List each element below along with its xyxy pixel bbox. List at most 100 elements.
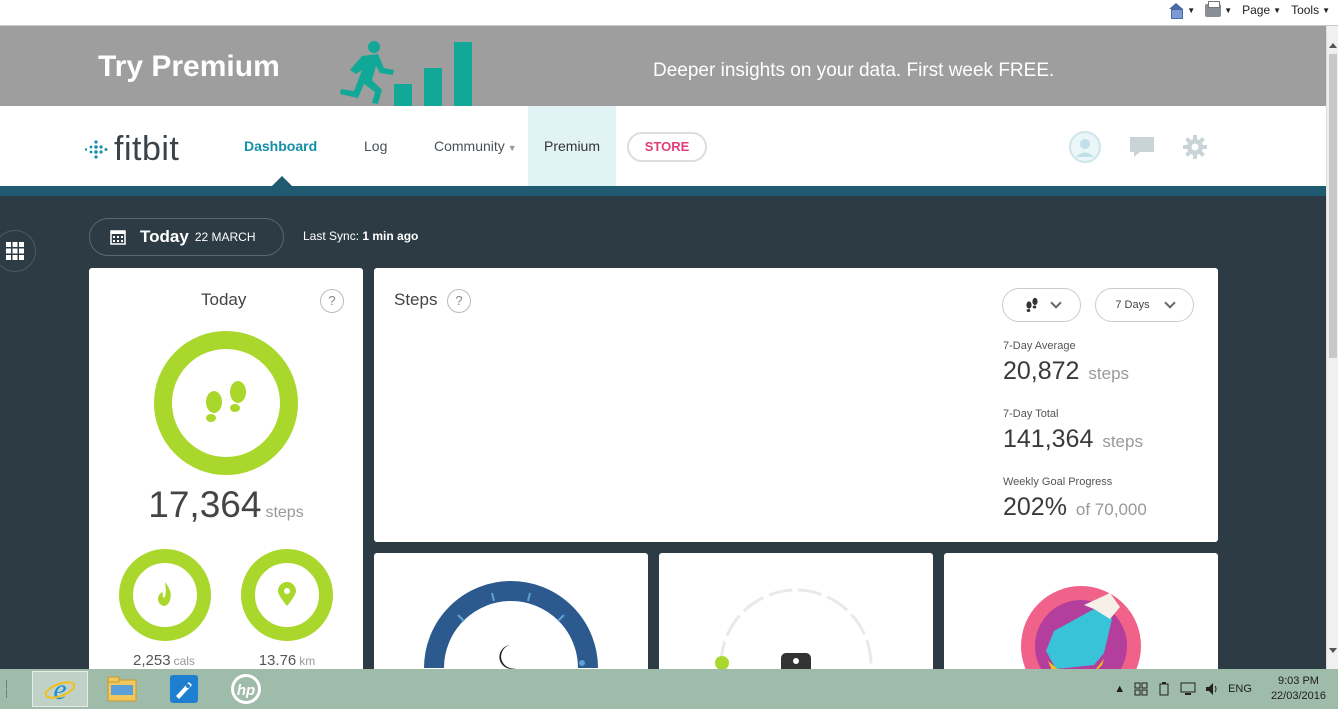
page-menu[interactable]: Page ▼ <box>1242 3 1281 17</box>
scroll-down-icon[interactable] <box>1329 648 1337 653</box>
date-picker[interactable]: Today 22 MARCH <box>89 218 284 256</box>
start-button[interactable] <box>0 671 26 707</box>
avatar[interactable] <box>1068 130 1102 164</box>
date-value: 22 MARCH <box>194 230 256 244</box>
sync-value: 1 min ago <box>362 229 419 243</box>
gear-icon[interactable] <box>1182 134 1208 160</box>
banner-title: Try Premium <box>98 50 280 83</box>
goal-value-line: 202% of 70,000 <box>1003 493 1147 522</box>
steps-value: 17,364 <box>148 484 262 525</box>
today-card-title: Today <box>201 290 247 309</box>
nav-community[interactable]: Community ▼ <box>434 106 517 186</box>
total-unit: steps <box>1102 432 1143 451</box>
last-sync: Last Sync: 1 min ago <box>303 229 418 243</box>
calories-value: 2,253 <box>133 652 171 669</box>
nav-community-label: Community <box>434 138 505 154</box>
range-select[interactable]: 7 Days <box>1095 288 1194 322</box>
battery-icon[interactable] <box>1157 682 1171 696</box>
sleep-gauge <box>424 581 598 669</box>
windows-taskbar: e hp ▲ ENG 9:03 PM 22/03/2016 <box>0 669 1338 709</box>
average-value: 20,872 <box>1003 357 1080 385</box>
nav-underline <box>0 186 1326 196</box>
action-center-icon[interactable] <box>1134 682 1148 696</box>
active-nav-pointer <box>272 176 292 186</box>
calories-unit: cals <box>173 654 195 668</box>
total-label: 7-Day Total <box>1003 408 1059 420</box>
distance-stat: 13.76 km <box>232 652 342 669</box>
tools-menu[interactable]: Tools ▼ <box>1291 3 1330 17</box>
nav-dashboard[interactable]: Dashboard <box>244 106 317 186</box>
internet-explorer-icon: e <box>44 673 76 705</box>
svg-text:e: e <box>53 673 66 705</box>
scroll-up-icon[interactable] <box>1329 43 1337 48</box>
caret-down-icon: ▼ <box>507 143 517 153</box>
goal-value: 202% <box>1003 493 1067 521</box>
store-button[interactable]: STORE <box>627 132 707 162</box>
messages-icon[interactable] <box>1128 135 1156 159</box>
premium-banner[interactable]: Try Premium Deeper insights on your data… <box>0 26 1326 106</box>
heart-rate-card[interactable] <box>659 553 933 669</box>
nav-log[interactable]: Log <box>364 106 387 186</box>
chevron-down-icon: ▼ <box>1273 5 1282 15</box>
fitbit-logo[interactable]: fitbit <box>84 130 179 169</box>
average-label: 7-Day Average <box>1003 340 1076 352</box>
goal-stat: Weekly Goal Progress 202% of 70,000 <box>1003 476 1147 522</box>
taskbar-app-rocket[interactable] <box>156 671 212 707</box>
steps-ring <box>154 331 298 475</box>
hp-logo-icon: hp <box>231 674 261 704</box>
vertical-scrollbar[interactable] <box>1326 26 1338 669</box>
tray-expand-icon[interactable]: ▲ <box>1114 683 1125 695</box>
chevron-down-icon: ▼ <box>1187 5 1196 15</box>
grid-icon <box>6 242 24 260</box>
goal-label: Weekly Goal Progress <box>1003 476 1113 488</box>
volume-icon[interactable] <box>1205 682 1219 696</box>
steps-total: 17,364 steps <box>89 484 363 526</box>
banner-tagline: Deeper insights on your data. First week… <box>653 60 1055 81</box>
moon-icon <box>499 645 516 669</box>
taskbar-hp[interactable]: hp <box>218 671 274 707</box>
folder-icon <box>107 676 137 702</box>
calories-ring <box>119 549 211 641</box>
main-nav: fitbit Dashboard Log Community ▼ Premium … <box>0 106 1326 196</box>
home-button[interactable]: ▼ <box>1168 3 1196 19</box>
sleep-card[interactable] <box>374 553 648 669</box>
badges-card[interactable] <box>944 553 1218 669</box>
distance-ring <box>241 549 333 641</box>
today-card[interactable]: Today ? 17,364 steps 2,253 cals 13.76 km <box>89 268 363 669</box>
language-indicator[interactable]: ENG <box>1228 683 1252 695</box>
chevron-down-icon <box>1163 297 1176 309</box>
browser-command-bar: ▼ ▼ Page ▼ Tools ▼ <box>0 0 1338 26</box>
scroll-thumb[interactable] <box>1329 54 1337 358</box>
tools-menu-label: Tools <box>1291 3 1320 17</box>
clock-date: 22/03/2016 <box>1270 690 1326 702</box>
metric-select[interactable] <box>1002 288 1081 322</box>
calories-stat: 2,253 cals <box>109 652 219 669</box>
clock[interactable]: 9:03 PM 22/03/2016 <box>1271 674 1326 704</box>
taskbar-file-explorer[interactable] <box>94 671 150 707</box>
apps-grid-button[interactable] <box>0 230 36 272</box>
svg-text:hp: hp <box>237 682 255 699</box>
system-tray: ▲ ENG 9:03 PM 22/03/2016 <box>1114 669 1326 709</box>
help-icon[interactable]: ? <box>320 289 344 313</box>
home-icon <box>1168 3 1184 19</box>
flame-icon <box>158 582 171 606</box>
taskbar-ie[interactable]: e <box>32 671 88 707</box>
runner-bars-icon <box>340 41 472 106</box>
average-value-line: 20,872 steps <box>1003 357 1129 386</box>
sync-label: Last Sync: <box>303 229 360 243</box>
clock-time: 9:03 PM <box>1277 675 1319 687</box>
total-stat: 7-Day Total 141,364 steps <box>1003 408 1143 454</box>
page-menu-label: Page <box>1242 3 1271 17</box>
help-icon[interactable]: ? <box>447 289 471 313</box>
fitbit-dots-icon <box>84 139 108 159</box>
average-unit: steps <box>1088 364 1130 383</box>
windows-icon <box>6 680 7 698</box>
nav-premium[interactable]: Premium <box>528 106 617 186</box>
goal-target: of 70,000 <box>1075 500 1147 519</box>
shoe-badge-icon <box>1021 586 1141 669</box>
total-value: 141,364 <box>1003 425 1094 453</box>
footprints-icon <box>206 381 246 422</box>
print-button[interactable]: ▼ <box>1205 0 1232 17</box>
steps-card[interactable]: Steps ? 7 Days 7-Day Average 20,872 step… <box>374 268 1218 542</box>
network-icon[interactable] <box>1180 682 1196 696</box>
